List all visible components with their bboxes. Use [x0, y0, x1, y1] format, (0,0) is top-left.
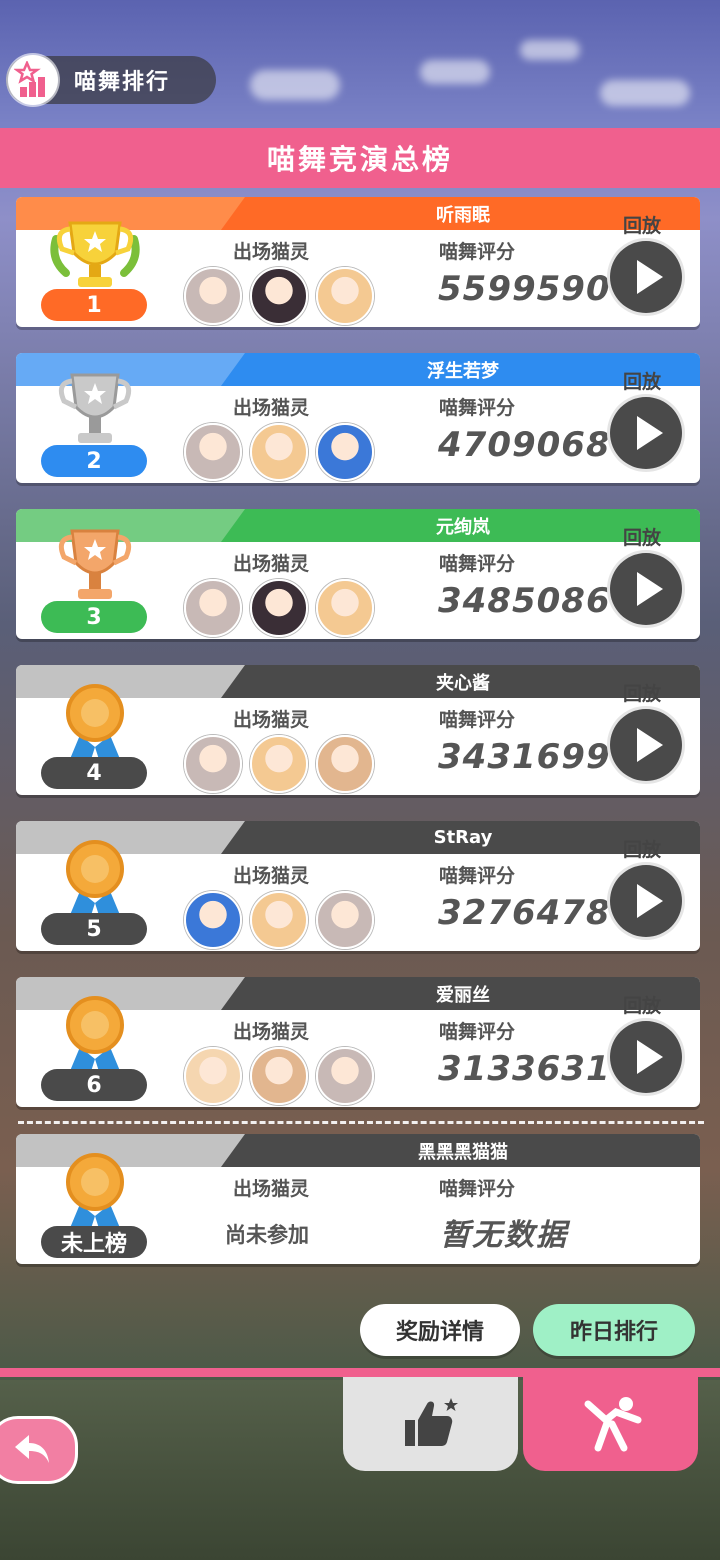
back-arrow-icon [15, 1435, 49, 1463]
play-icon [637, 416, 663, 450]
back-button[interactable] [0, 1416, 78, 1484]
rank-card: 夹心酱 4 出场猫灵 喵舞评分 3431699 回放 [16, 665, 700, 795]
play-icon [637, 884, 663, 918]
cat-avatar [250, 735, 308, 793]
cats-label: 出场猫灵 [233, 397, 310, 419]
rank-card: 爱丽丝 6 出场猫灵 喵舞评分 3133631 回放 [16, 977, 700, 1107]
score-label: 喵舞评分 [439, 865, 516, 887]
rank-badge: 4 [41, 757, 147, 789]
play-icon [637, 1040, 663, 1074]
cat-avatar [316, 423, 374, 481]
leaderboard-banner: 喵舞竞演总榜 [0, 128, 720, 188]
rank-badge: 1 [41, 289, 147, 321]
replay-label: 回放 [623, 839, 662, 861]
rank-badge: 3 [41, 601, 147, 633]
reward-details-button[interactable]: 奖励详情 [360, 1304, 520, 1356]
cat-avatar [184, 1047, 242, 1105]
my-rank-card: 黑黑黑猫猫 未上榜 出场猫灵 喵舞评分 尚未参加 暂无数据 [16, 1134, 700, 1264]
cloud [420, 60, 490, 84]
rank-badge: 2 [41, 445, 147, 477]
dance-tab[interactable] [523, 1377, 698, 1471]
cat-avatar [250, 1047, 308, 1105]
score-value: 3133631 [438, 1049, 611, 1089]
cloud [250, 70, 340, 100]
cats-label: 出场猫灵 [233, 553, 310, 575]
play-icon [637, 572, 663, 606]
rank-card: 元绚岚 3 出场猫灵 喵舞评分 3485086 回放 [16, 509, 700, 639]
like-tab[interactable] [343, 1377, 518, 1471]
score-value: 4709068 [438, 425, 611, 465]
play-icon [637, 728, 663, 762]
score-label: 喵舞评分 [439, 1021, 516, 1043]
cat-avatars [184, 423, 374, 481]
replay-label: 回放 [623, 995, 662, 1017]
replay-label: 回放 [623, 371, 662, 393]
cloud [520, 40, 580, 60]
play-icon [637, 260, 663, 294]
cat-avatar [316, 267, 374, 325]
cat-avatar [184, 423, 242, 481]
replay-button[interactable] [610, 1021, 682, 1093]
replay-label: 回放 [623, 683, 662, 705]
rank-card: 听雨眠 1 出场猫灵 喵舞评分 5599590 回放 [16, 197, 700, 327]
score-label: 喵舞评分 [439, 397, 516, 419]
cat-avatars [184, 735, 374, 793]
yesterday-ranking-button[interactable]: 昨日排行 [533, 1304, 695, 1356]
cat-avatar [250, 267, 308, 325]
replay-button[interactable] [610, 241, 682, 313]
score-value: 3276478 [438, 893, 611, 933]
cat-avatar [184, 267, 242, 325]
player-name: 黑黑黑猫猫 [418, 1141, 508, 1163]
cat-avatar [250, 579, 308, 637]
cat-avatar [316, 1047, 374, 1105]
score-label: 喵舞评分 [439, 553, 516, 575]
page-title: 喵舞排行 [74, 70, 171, 95]
cloud [600, 80, 690, 106]
replay-button[interactable] [610, 553, 682, 625]
cats-label: 出场猫灵 [233, 1178, 310, 1200]
rank-badge: 5 [41, 913, 147, 945]
cat-avatars [184, 1047, 374, 1105]
cat-avatars [184, 891, 374, 949]
cat-avatar [316, 891, 374, 949]
rank-card: 浮生若梦 2 出场猫灵 喵舞评分 4709068 回放 [16, 353, 700, 483]
cat-avatar [316, 735, 374, 793]
score-label: 喵舞评分 [439, 709, 516, 731]
replay-button[interactable] [610, 865, 682, 937]
score-label: 喵舞评分 [439, 241, 516, 263]
cat-avatar [250, 891, 308, 949]
score-value: 3485086 [438, 581, 611, 621]
cats-label: 出场猫灵 [233, 709, 310, 731]
ranking-logo-icon [8, 55, 58, 105]
score-value: 3431699 [438, 737, 611, 777]
ranking-header: 喵舞排行 [6, 55, 216, 105]
cat-avatar [184, 891, 242, 949]
replay-label: 回放 [623, 215, 662, 237]
dance-icon [584, 1397, 641, 1452]
replay-label: 回放 [623, 527, 662, 549]
cat-avatar [250, 423, 308, 481]
score-value: 5599590 [438, 269, 611, 309]
bottom-bar [0, 1368, 720, 1377]
replay-button[interactable] [610, 397, 682, 469]
thumbs-up-icon [404, 1398, 458, 1446]
cat-avatar [316, 579, 374, 637]
cats-label: 出场猫灵 [233, 1021, 310, 1043]
score-value: 暂无数据 [440, 1218, 568, 1253]
rank-card: StRay 5 出场猫灵 喵舞评分 3276478 回放 [16, 821, 700, 951]
score-label: 喵舞评分 [439, 1178, 516, 1200]
replay-button[interactable] [610, 709, 682, 781]
divider [18, 1121, 704, 1124]
cat-avatars [184, 579, 374, 637]
cats-value: 尚未参加 [225, 1223, 309, 1247]
cats-label: 出场猫灵 [233, 865, 310, 887]
cats-label: 出场猫灵 [233, 241, 310, 263]
cat-avatars [184, 267, 374, 325]
cat-avatar [184, 579, 242, 637]
cat-avatar [184, 735, 242, 793]
rank-badge: 6 [41, 1069, 147, 1101]
rank-badge: 未上榜 [41, 1226, 147, 1258]
